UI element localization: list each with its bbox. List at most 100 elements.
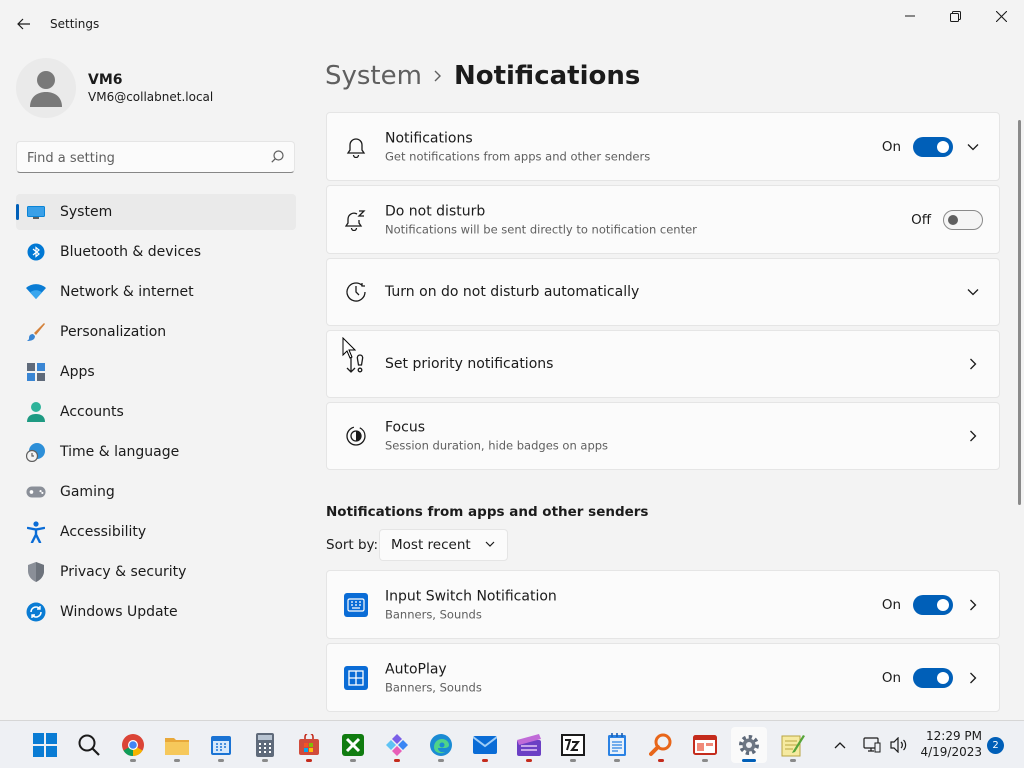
close-button[interactable] bbox=[978, 0, 1024, 32]
magnifier-icon bbox=[649, 733, 672, 756]
user-profile[interactable]: VM6 VM6@collabnet.local bbox=[16, 58, 213, 118]
user-email: VM6@collabnet.local bbox=[88, 90, 214, 104]
breadcrumb-parent[interactable]: System bbox=[325, 61, 422, 91]
accessibility-icon bbox=[26, 521, 46, 543]
setting-title: Focus bbox=[385, 419, 425, 436]
chrome-app[interactable] bbox=[115, 727, 151, 763]
sidebar-item-system[interactable]: System bbox=[16, 194, 296, 230]
clipchamp-app[interactable] bbox=[511, 727, 547, 763]
chevron-right-icon[interactable] bbox=[961, 666, 985, 690]
page-title: Notifications bbox=[453, 61, 641, 91]
sort-dropdown[interactable]: Most recent bbox=[379, 529, 508, 561]
do-not-disturb-toggle[interactable] bbox=[943, 209, 983, 230]
focus-card[interactable]: Focus Session duration, hide badges on a… bbox=[326, 402, 1000, 470]
wifi-icon bbox=[26, 282, 46, 302]
sidebar-item-windows-update[interactable]: Windows Update bbox=[16, 594, 296, 630]
sidebar-item-apps[interactable]: Apps bbox=[16, 354, 296, 390]
user-name: VM6 bbox=[88, 72, 123, 88]
back-arrow-icon bbox=[17, 18, 30, 30]
clock-date: 4/19/2023 bbox=[920, 745, 982, 759]
clock-time: 12:29 PM bbox=[926, 729, 982, 743]
app-notification-toggle[interactable] bbox=[913, 667, 953, 688]
remote-desktop-app[interactable] bbox=[687, 727, 723, 763]
chevron-down-icon bbox=[961, 280, 985, 304]
restore-button[interactable] bbox=[932, 0, 978, 32]
search-icon[interactable] bbox=[271, 150, 284, 163]
breadcrumb: System Notifications bbox=[325, 58, 640, 94]
running-indicator bbox=[306, 759, 312, 762]
search-input[interactable] bbox=[27, 148, 257, 168]
sidebar-item-gaming[interactable]: Gaming bbox=[16, 474, 296, 510]
app-title: Settings bbox=[50, 17, 100, 31]
sidebar-item-privacy[interactable]: Privacy & security bbox=[16, 554, 296, 590]
running-indicator bbox=[394, 759, 400, 762]
sidebar-item-accounts[interactable]: Accounts bbox=[16, 394, 296, 430]
setting-subtitle: Get notifications from apps and other se… bbox=[385, 149, 651, 163]
notifications-toggle[interactable] bbox=[913, 136, 953, 157]
chevron-right-icon[interactable] bbox=[961, 593, 985, 617]
running-indicator bbox=[438, 759, 444, 762]
window-icon bbox=[693, 735, 717, 755]
chevron-down-icon[interactable] bbox=[961, 135, 985, 159]
sidebar-nav: System Bluetooth & devices Network & int… bbox=[16, 194, 296, 634]
file-explorer-app[interactable] bbox=[159, 727, 195, 763]
calendar-app[interactable] bbox=[203, 727, 239, 763]
chevron-right-icon bbox=[434, 70, 442, 82]
clipchamp-icon bbox=[517, 734, 541, 756]
sidebar-item-time-language[interactable]: Time & language bbox=[16, 434, 296, 470]
autoplay-app-icon bbox=[344, 665, 368, 690]
sidebar-item-label: Gaming bbox=[60, 484, 115, 500]
app-detail: Banners, Sounds bbox=[385, 680, 482, 694]
mail-app[interactable] bbox=[467, 727, 503, 763]
sidebar-item-bluetooth[interactable]: Bluetooth & devices bbox=[16, 234, 296, 270]
running-indicator bbox=[570, 759, 576, 762]
running-indicator bbox=[702, 759, 708, 762]
start-button[interactable] bbox=[27, 727, 63, 763]
setting-subtitle: Notifications will be sent directly to n… bbox=[385, 222, 697, 236]
sidebar-item-personalization[interactable]: Personalization bbox=[16, 314, 296, 350]
taskbar-search-button[interactable] bbox=[71, 727, 107, 763]
running-indicator bbox=[790, 759, 796, 762]
taskbar-clock[interactable]: 12:29 PM 4/19/2023 bbox=[920, 729, 982, 759]
back-button[interactable] bbox=[8, 8, 40, 40]
dnd-automatic-card[interactable]: Turn on do not disturb automatically bbox=[326, 258, 1000, 326]
scrollbar[interactable] bbox=[1018, 120, 1021, 505]
sidebar-item-network[interactable]: Network & internet bbox=[16, 274, 296, 310]
search-everything-app[interactable] bbox=[643, 727, 679, 763]
7zip-app[interactable] bbox=[555, 727, 591, 763]
notifications-setting-card[interactable]: Notifications Get notifications from app… bbox=[326, 112, 1000, 181]
priority-notifications-card[interactable]: Set priority notifications bbox=[326, 330, 1000, 398]
edge-app[interactable] bbox=[423, 727, 459, 763]
minimize-button[interactable] bbox=[887, 0, 933, 32]
calculator-icon bbox=[256, 733, 274, 757]
edge-icon bbox=[430, 734, 452, 756]
bell-snooze-icon bbox=[345, 209, 367, 231]
calculator-app[interactable] bbox=[247, 727, 283, 763]
mouse-cursor-icon bbox=[342, 337, 356, 359]
running-indicator bbox=[218, 759, 224, 762]
update-icon bbox=[26, 602, 46, 622]
notification-count-badge[interactable]: 2 bbox=[987, 737, 1004, 754]
sidebar-item-accessibility[interactable]: Accessibility bbox=[16, 514, 296, 550]
copilot-icon bbox=[386, 734, 408, 756]
notepad-app[interactable] bbox=[599, 727, 635, 763]
setting-title: Do not disturb bbox=[385, 203, 486, 219]
title-bar: Settings bbox=[0, 0, 1024, 48]
settings-app[interactable] bbox=[731, 727, 767, 763]
xbox-app[interactable] bbox=[335, 727, 371, 763]
show-hidden-icons-button[interactable] bbox=[826, 727, 854, 763]
app-notification-toggle[interactable] bbox=[913, 594, 953, 615]
system-tray-status[interactable] bbox=[858, 727, 912, 763]
sidebar-item-label: Network & internet bbox=[60, 284, 194, 300]
editor-app[interactable] bbox=[775, 727, 811, 763]
clock-icon bbox=[345, 281, 367, 303]
app-notification-card[interactable]: AutoPlay Banners, Sounds On bbox=[326, 643, 1000, 712]
app-notification-card[interactable]: Input Switch Notification Banners, Sound… bbox=[326, 570, 1000, 639]
person-icon bbox=[30, 71, 62, 107]
toggle-state-label: On bbox=[881, 138, 901, 155]
sort-by-label: Sort by: bbox=[326, 537, 379, 553]
xbox-icon bbox=[342, 734, 364, 756]
store-app[interactable] bbox=[291, 727, 327, 763]
chevron-up-icon bbox=[834, 742, 846, 749]
copilot-app[interactable] bbox=[379, 727, 415, 763]
